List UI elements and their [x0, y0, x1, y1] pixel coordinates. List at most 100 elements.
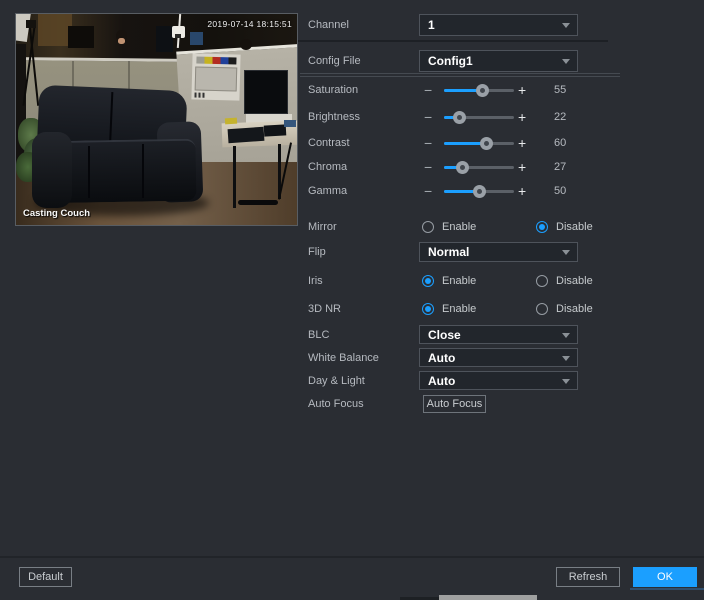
- chroma-value: 27: [554, 158, 566, 176]
- channel-row: Channel 1: [296, 14, 704, 36]
- auto-focus-button[interactable]: Auto Focus: [423, 395, 486, 413]
- slider-thumb[interactable]: [473, 185, 486, 198]
- footer-divider: [0, 556, 704, 558]
- saturation-label: Saturation: [308, 81, 358, 99]
- iris-row: Iris Enable Disable: [296, 272, 704, 290]
- day-light-label: Day & Light: [308, 371, 365, 390]
- chair-base: [238, 200, 278, 205]
- day-light-select[interactable]: Auto: [419, 371, 578, 390]
- person-head: [240, 39, 252, 50]
- white-balance-value: Auto: [428, 351, 455, 365]
- 3d-nr-enable-radio[interactable]: Enable: [422, 300, 476, 318]
- mirror-row: Mirror Enable Disable: [296, 218, 704, 236]
- cabinet: [38, 14, 72, 46]
- mirror-enable-radio[interactable]: Enable: [422, 218, 476, 236]
- radio-icon: [536, 303, 548, 315]
- chevron-down-icon: [562, 356, 570, 361]
- chroma-label: Chroma: [308, 158, 347, 176]
- slider-thumb[interactable]: [476, 84, 489, 97]
- contrast-slider-track[interactable]: [444, 142, 514, 145]
- slider-thumb[interactable]: [453, 111, 466, 124]
- saturation-slider-track[interactable]: [444, 89, 514, 92]
- slider-thumb[interactable]: [480, 137, 493, 150]
- brightness-label: Brightness: [308, 108, 360, 126]
- 3d-nr-disable-radio[interactable]: Disable: [536, 300, 593, 318]
- mirror-disable-radio[interactable]: Disable: [536, 218, 593, 236]
- iris-enable-radio[interactable]: Enable: [422, 272, 476, 290]
- gamma-slider-track[interactable]: [444, 190, 514, 193]
- channel-label: Channel: [308, 14, 349, 36]
- radio-icon: [536, 275, 548, 287]
- camera-name-overlay: Casting Couch: [23, 208, 90, 219]
- blc-select[interactable]: Close: [419, 325, 578, 344]
- background-monitor: [68, 26, 94, 48]
- minus-icon[interactable]: −: [424, 108, 432, 126]
- tripod-camera: [26, 20, 36, 28]
- plus-icon[interactable]: +: [518, 81, 526, 99]
- camera-lens: [175, 34, 181, 38]
- chevron-down-icon: [562, 23, 570, 28]
- gamma-value: 50: [554, 182, 566, 200]
- default-button[interactable]: Default: [19, 567, 72, 587]
- flip-row: Flip Normal: [296, 242, 704, 262]
- test-chart-pattern: [195, 66, 238, 91]
- config-file-value: Config1: [428, 54, 473, 68]
- monitor-screen: [190, 32, 203, 45]
- minus-icon[interactable]: −: [424, 81, 432, 99]
- blc-label: BLC: [308, 325, 329, 344]
- desk-phone: [264, 124, 287, 136]
- auto-focus-row: Auto Focus Auto Focus: [296, 395, 704, 413]
- saturation-value: 55: [554, 81, 566, 99]
- plus-icon[interactable]: +: [518, 134, 526, 152]
- channel-value: 1: [428, 18, 435, 32]
- channel-select[interactable]: 1: [419, 14, 578, 36]
- plus-icon[interactable]: +: [518, 108, 526, 126]
- minus-icon[interactable]: −: [424, 182, 432, 200]
- chevron-down-icon: [562, 333, 570, 338]
- keyboard: [228, 127, 265, 143]
- camera-preview: 2019-07-14 18:15:51 Casting Couch: [15, 13, 298, 226]
- iris-disable-radio[interactable]: Disable: [536, 272, 593, 290]
- 3d-nr-label: 3D NR: [308, 300, 341, 318]
- radio-icon: [422, 275, 434, 287]
- chroma-slider-row: Chroma − + 27: [296, 158, 704, 176]
- minus-icon[interactable]: −: [424, 134, 432, 152]
- slider-thumb[interactable]: [456, 161, 469, 174]
- config-file-label: Config File: [308, 50, 361, 72]
- chroma-slider-track[interactable]: [444, 166, 514, 169]
- radio-icon: [422, 303, 434, 315]
- blc-row: BLC Close: [296, 325, 704, 344]
- chevron-down-icon: [562, 379, 570, 384]
- 3d-nr-row: 3D NR Enable Disable: [296, 300, 704, 318]
- section-divider: [300, 73, 620, 77]
- config-file-select[interactable]: Config1: [419, 50, 578, 72]
- yellow-notepad: [225, 118, 237, 125]
- white-balance-select[interactable]: Auto: [419, 348, 578, 367]
- enable-label: Enable: [442, 275, 476, 287]
- blc-value: Close: [428, 328, 461, 342]
- flip-value: Normal: [428, 245, 469, 259]
- desk-monitor: [244, 70, 288, 114]
- radio-icon: [536, 221, 548, 233]
- test-chart-marks: [194, 92, 204, 97]
- chevron-down-icon: [562, 250, 570, 255]
- minus-icon[interactable]: −: [424, 158, 432, 176]
- ok-button[interactable]: OK: [633, 567, 697, 587]
- test-chart-poster: [191, 53, 240, 100]
- auto-focus-label: Auto Focus: [308, 395, 364, 413]
- radio-icon: [422, 221, 434, 233]
- day-light-value: Auto: [428, 374, 455, 388]
- timestamp-overlay: 2019-07-14 18:15:51: [207, 19, 292, 29]
- camera-image-settings-dialog: 2019-07-14 18:15:51 Casting Couch Channe…: [0, 0, 704, 600]
- flip-select[interactable]: Normal: [419, 242, 578, 262]
- gamma-slider-row: Gamma − + 50: [296, 182, 704, 200]
- config-file-row: Config File Config1: [296, 50, 704, 72]
- couch-armrest: [32, 132, 72, 208]
- plus-icon[interactable]: +: [518, 158, 526, 176]
- test-chart-color-bars: [196, 56, 236, 64]
- contrast-slider-row: Contrast − + 60: [296, 134, 704, 152]
- plus-icon[interactable]: +: [518, 182, 526, 200]
- brightness-slider-track[interactable]: [444, 116, 514, 119]
- saturation-slider-row: Saturation − + 55: [296, 81, 704, 99]
- refresh-button[interactable]: Refresh: [556, 567, 620, 587]
